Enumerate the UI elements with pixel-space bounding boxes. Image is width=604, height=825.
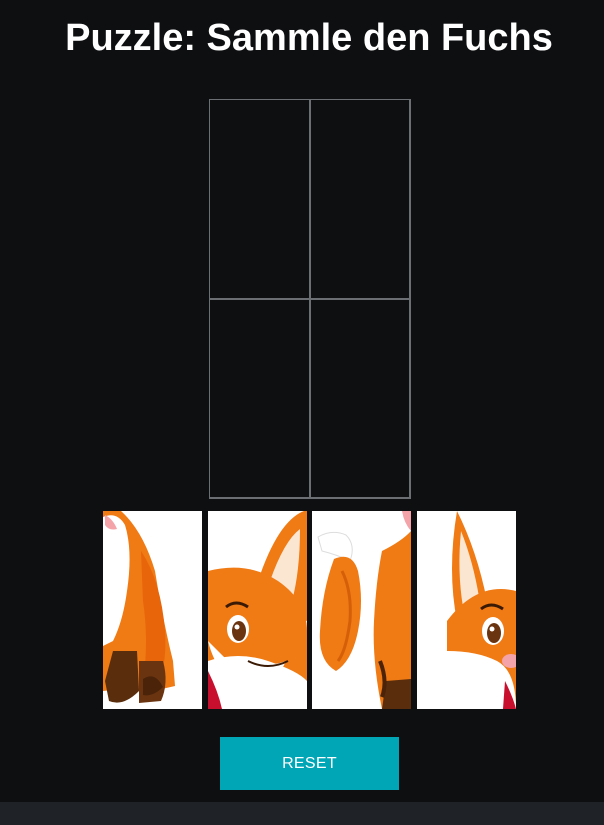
puzzle-page: Puzzle: Sammle den Fuchs RESET	[0, 0, 604, 825]
puzzle-piece-3[interactable]	[312, 511, 411, 709]
board-slot-top-right[interactable]	[310, 100, 410, 299]
board-slot-bottom-right[interactable]	[310, 299, 410, 498]
fox-face-right-piece-icon	[417, 511, 516, 709]
puzzle-board	[209, 99, 411, 499]
board-slot-bottom-left[interactable]	[210, 299, 310, 498]
board-slot-top-left[interactable]	[210, 100, 310, 299]
puzzle-piece-2[interactable]	[208, 511, 307, 709]
fox-body-piece-icon	[103, 511, 202, 709]
footer-bar	[0, 802, 604, 825]
puzzle-piece-4[interactable]	[417, 511, 516, 709]
fox-tail-piece-icon	[312, 511, 411, 709]
reset-button[interactable]: RESET	[220, 737, 399, 790]
fox-face-left-piece-icon	[208, 511, 307, 709]
puzzle-piece-1[interactable]	[103, 511, 202, 709]
page-title: Puzzle: Sammle den Fuchs	[65, 17, 553, 59]
